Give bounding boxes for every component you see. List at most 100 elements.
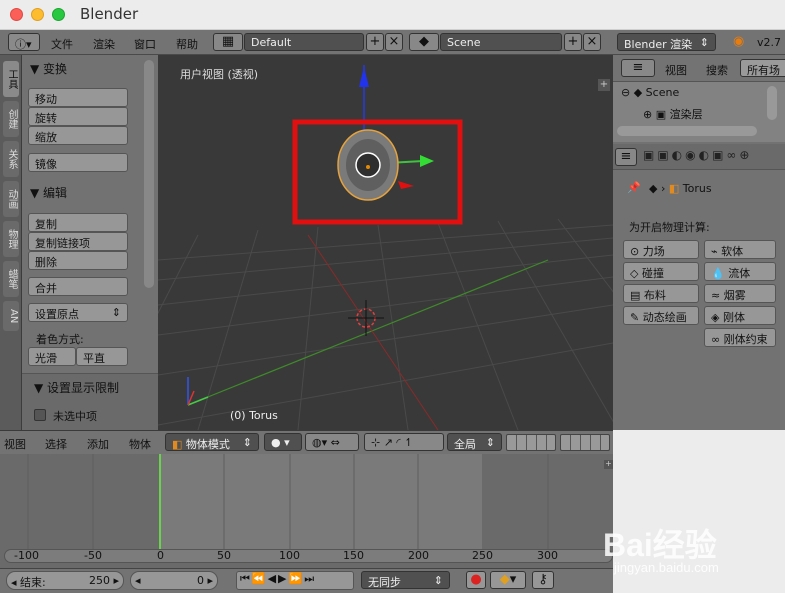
outliner-vscrollbar[interactable] (767, 86, 777, 120)
sync-select[interactable]: 无同步 ⇕ (361, 571, 450, 589)
duplicate-button[interactable]: 复制 (28, 213, 128, 232)
3d-viewport[interactable]: 用户视图 (透视) (0) Torus + (158, 55, 613, 430)
menu-add[interactable]: 添加 (87, 436, 109, 452)
duplicate-linked-button[interactable]: 复制链接项 (28, 232, 128, 251)
rigid-body-button[interactable]: ◈ 刚体 (704, 306, 776, 325)
all-scenes-select[interactable]: 所有场 (740, 59, 785, 77)
tab-animation[interactable]: 动画 (3, 181, 19, 217)
record-button[interactable]: ● (466, 571, 486, 589)
pivot-select[interactable]: ◍▾ ⇔ (305, 433, 359, 451)
keyframe-tool-icon[interactable]: ⚷ (532, 571, 554, 589)
mode-select[interactable]: ◧ 物体模式 ⇕ (165, 433, 259, 451)
unselected-checkbox[interactable] (34, 409, 46, 421)
collision-label: 碰撞 (641, 267, 664, 280)
layer-buttons-1[interactable] (506, 434, 556, 451)
rigid-body-constraint-label: 刚体约束 (723, 333, 768, 346)
zoom-window-button[interactable] (52, 8, 65, 21)
menu-object[interactable]: 物体 (129, 436, 151, 452)
end-frame-field[interactable]: ◂ 结束: 250 ▸ (6, 571, 124, 590)
menu-window[interactable]: 窗口 (134, 36, 156, 52)
keying-set-select[interactable]: ◆▾ (490, 571, 526, 589)
current-frame-field[interactable]: ◂ 0 ▸ (130, 571, 218, 590)
display-panel-header[interactable]: ▼ 设置显示限制 (34, 379, 119, 396)
move-button[interactable]: 移动 (28, 88, 128, 107)
tab-relations[interactable]: 关系 (3, 141, 19, 177)
properties-region-toggle-icon[interactable]: + (598, 79, 610, 91)
tick-label: -100 (14, 549, 39, 562)
force-field-button[interactable]: ⊙ 力场 (623, 240, 699, 259)
window-title: Blender (80, 5, 139, 23)
add-layout-button[interactable]: + (366, 33, 384, 51)
join-button[interactable]: 合并 (28, 277, 128, 296)
transform-panel-header[interactable]: ▼ 变换 (30, 60, 67, 77)
orientation-select[interactable]: 全局 ⇕ (447, 433, 502, 451)
set-origin-label: 设置原点 (35, 308, 79, 321)
outliner-search-menu[interactable]: 搜索 (706, 62, 728, 78)
minimize-window-button[interactable] (31, 8, 44, 21)
tab-create[interactable]: 创建 (3, 101, 19, 137)
delete-scene-button[interactable]: × (583, 33, 601, 51)
object-mode-icon: ◧ (172, 438, 183, 451)
properties-context-icons[interactable]: ▣▣◐◉◐▣∞⊕ (643, 148, 752, 162)
properties-editor-icon[interactable]: ≡ (615, 148, 637, 166)
tick-label: 250 (472, 549, 493, 562)
smoke-button[interactable]: ≈ 烟雾 (704, 284, 776, 303)
outliner-view-menu[interactable]: 视图 (665, 62, 687, 78)
info-header: ⓘ▾ 文件 渲染 窗口 帮助 ▦ Default + × ◆ Scene + ×… (0, 30, 785, 55)
tab-an[interactable]: AN (3, 301, 19, 331)
end-frame-label: 结束: (20, 576, 46, 589)
mirror-button[interactable]: 镜像 (28, 153, 128, 172)
rigid-body-label: 刚体 (722, 311, 745, 324)
collision-button[interactable]: ◇ 碰撞 (623, 262, 699, 281)
tab-grease-pencil[interactable]: 蜡笔 (3, 261, 19, 297)
display-panel: ▼ 设置显示限制 未选中项 (22, 373, 158, 430)
layer-buttons-2[interactable] (560, 434, 610, 451)
outliner-editor-icon[interactable]: ≡ (621, 59, 655, 77)
physics-label: 为开启物理计算: (629, 221, 710, 234)
layout-name-field[interactable]: Default (244, 33, 364, 51)
render-engine-select[interactable]: Blender 渲染 ⇕ (617, 33, 716, 51)
smoke-label: 烟雾 (723, 289, 746, 302)
fluid-button[interactable]: 💧 流体 (704, 262, 776, 281)
scene-name-field[interactable]: Scene (440, 33, 562, 51)
smooth-button[interactable]: 光滑 (28, 347, 76, 366)
outliner-scrollbar[interactable] (617, 126, 757, 136)
orientation-label: 全局 (454, 438, 476, 451)
menu-view[interactable]: 视图 (4, 436, 26, 452)
tool-shelf-scrollbar[interactable] (144, 60, 154, 288)
rigid-body-constraint-button[interactable]: ∞ 刚体约束 (704, 328, 776, 347)
tick-label: 100 (279, 549, 300, 562)
tab-physics[interactable]: 物理 (3, 221, 19, 257)
fluid-label: 流体 (728, 267, 751, 280)
set-origin-select[interactable]: 设置原点 ⇕ (28, 303, 128, 322)
manipulator-buttons[interactable]: ⊹ ↗ ◜ ↿ (364, 433, 444, 451)
flat-button[interactable]: 平直 (76, 347, 128, 366)
delete-button[interactable]: 删除 (28, 251, 128, 270)
soft-body-button[interactable]: ⌁ 软体 (704, 240, 776, 259)
scene-tree-item[interactable]: ⊖ ◆ Scene (621, 86, 679, 99)
edit-panel-header[interactable]: ▼ 编辑 (30, 184, 67, 201)
playback-controls[interactable]: ⏮⏪◀▶⏩⏭ (236, 571, 354, 590)
layout-selector-icon[interactable]: ▦ (213, 33, 243, 51)
version-label: v2.7 (757, 36, 782, 49)
rotate-button[interactable]: 旋转 (28, 107, 128, 126)
timeline-region-toggle-icon[interactable]: + (604, 460, 613, 469)
cloth-button[interactable]: ▤ 布料 (623, 284, 699, 303)
render-layers-tree-item[interactable]: ⊕ ▣ 渲染层 (643, 106, 703, 122)
menu-file[interactable]: 文件 (51, 36, 73, 52)
dynamic-paint-button[interactable]: ✎ 动态绘画 (623, 306, 699, 325)
scale-button[interactable]: 缩放 (28, 126, 128, 145)
menu-select[interactable]: 选择 (45, 436, 67, 452)
viewport-shading-select[interactable]: ● ▾ (264, 433, 302, 451)
scene-selector-icon[interactable]: ◆ (409, 33, 439, 51)
tab-tools[interactable]: 工具 (3, 61, 19, 97)
timeline[interactable]: + -100 -50 0 50 100 150 200 250 300 (0, 454, 613, 568)
pin-icon[interactable]: 📌 (627, 181, 641, 194)
properties-header: ≡ ▣▣◐◉◐▣∞⊕ (613, 144, 785, 170)
menu-render[interactable]: 渲染 (93, 36, 115, 52)
delete-layout-button[interactable]: × (385, 33, 403, 51)
menu-help[interactable]: 帮助 (176, 36, 198, 52)
editor-type-button[interactable]: ⓘ▾ (8, 33, 40, 51)
add-scene-button[interactable]: + (564, 33, 582, 51)
close-window-button[interactable] (10, 8, 23, 21)
